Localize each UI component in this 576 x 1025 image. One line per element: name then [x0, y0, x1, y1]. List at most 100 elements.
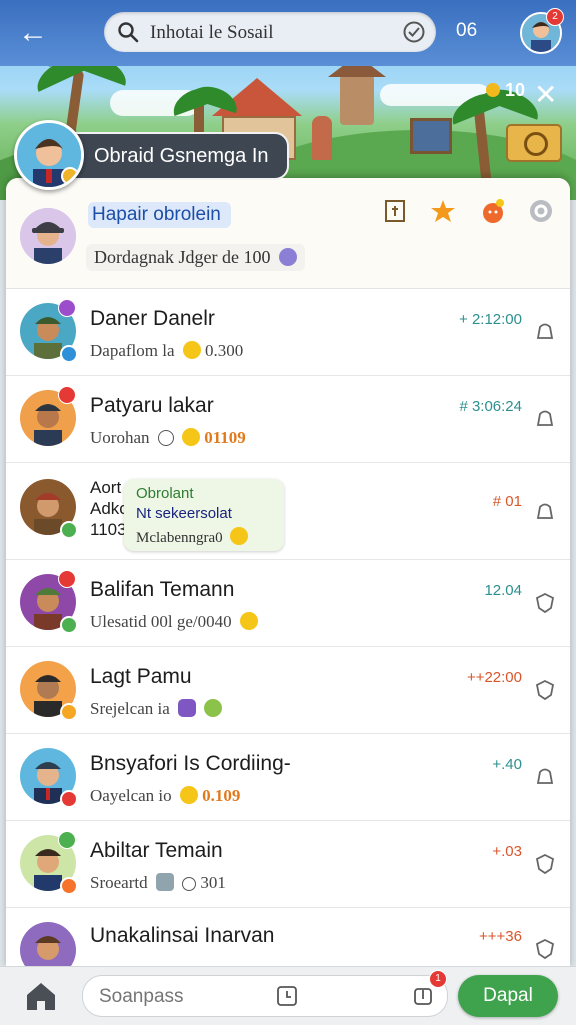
emoji-icon	[155, 873, 174, 891]
status-icon	[60, 877, 78, 895]
timestamp: # 01	[492, 493, 522, 510]
avatar-badge	[58, 386, 76, 404]
search-bar[interactable]	[104, 12, 436, 52]
settings-icon[interactable]	[528, 198, 554, 224]
send-button[interactable]: Dapal	[458, 975, 558, 1017]
status-icon	[60, 521, 78, 539]
bookmark-icon[interactable]	[382, 198, 408, 224]
emoji-icon	[182, 341, 201, 359]
message-preview: Ulesatid 00l ge/0040	[90, 612, 258, 632]
notification-count: 06	[456, 20, 478, 41]
contact-name: Balifan Temann	[90, 578, 235, 601]
notification-badge: 1	[429, 970, 447, 988]
avatar	[20, 208, 76, 264]
contact-name: Daner Danelr	[90, 307, 215, 330]
bell-icon[interactable]	[534, 408, 556, 430]
home-icon[interactable]	[22, 977, 60, 1015]
message-tail: 301	[200, 873, 226, 892]
close-icon[interactable]: ✕	[534, 78, 557, 111]
avatar-badge: 2	[546, 8, 564, 26]
bell-icon[interactable]	[534, 766, 556, 788]
clock-icon[interactable]	[402, 20, 426, 44]
bubble-line: Nt sekeersolat	[136, 505, 232, 522]
search-input[interactable]	[148, 18, 392, 48]
profile-avatar[interactable]	[14, 120, 84, 190]
status-icon	[60, 616, 78, 634]
avatar-badge	[58, 831, 76, 849]
status-icon	[60, 790, 78, 808]
message-preview: Srejelcan ia	[90, 699, 223, 719]
message-bubble[interactable]: Obrolant Nt sekeersolat Mclabenngra0	[124, 479, 284, 551]
bell-icon[interactable]	[534, 501, 556, 523]
clock-icon	[157, 430, 174, 446]
shield-icon[interactable]	[534, 679, 556, 701]
chat-row[interactable]: Patyaru lakar Uorohan 01109 # 3:06:24	[6, 376, 570, 463]
chat-panel: Hapair obrolein Dordagnak Jdger de 100 D…	[6, 178, 570, 968]
timestamp: +.03	[492, 843, 522, 860]
bubble-line: Obrolant	[136, 485, 194, 502]
name-line: 1103	[90, 520, 127, 539]
chat-row[interactable]: Bnsyafori Is Cordiing- Oayelcan io 0.109…	[6, 734, 570, 821]
pinned-subtitle-text: Dordagnak Jdger de 100	[94, 247, 271, 267]
chat-row[interactable]: Abiltar Temain Sroeartd 301 +.03	[6, 821, 570, 908]
message-text: Dapaflom la	[90, 341, 175, 360]
message-text: Sroeartd	[90, 873, 148, 892]
contact-name: Lagt Pamu	[90, 665, 192, 688]
status-icon	[60, 703, 78, 721]
shield-icon[interactable]	[534, 592, 556, 614]
board-sign-icon[interactable]	[506, 124, 562, 162]
name-line: Adko	[90, 499, 129, 518]
timestamp: # 3:06:24	[459, 398, 522, 415]
profile-name: Obraid Gsnemga In	[68, 132, 289, 180]
message-field[interactable]: 1	[82, 970, 448, 1017]
message-text: Oayelcan io	[90, 786, 172, 805]
message-tail: 01109	[204, 428, 246, 447]
emoji-icon	[278, 248, 297, 266]
top-bar: ← 06 2	[0, 0, 576, 66]
tomato-icon[interactable]	[480, 198, 506, 224]
chat-row[interactable]: Daner Danelr Dapaflom la 0.300 + 2:12:00	[6, 289, 570, 376]
chat-row[interactable]: Aort Adko 1103 Obrolant Nt sekeersolat M…	[6, 463, 570, 560]
bubble-line: Mclabenngra0	[136, 527, 249, 547]
search-icon	[118, 22, 139, 43]
emoji-icon	[179, 786, 198, 804]
back-arrow-icon[interactable]: ←	[14, 14, 52, 52]
clock-icon	[182, 877, 197, 891]
bubble-text: Mclabenngra0	[136, 530, 223, 546]
chat-row[interactable]: Lagt Pamu Srejelcan ia ++22:00	[6, 647, 570, 734]
message-text: Uorohan	[90, 428, 150, 447]
emoji-icon	[239, 612, 258, 630]
notice-board-decoration	[410, 118, 452, 154]
timer-icon[interactable]	[275, 984, 299, 1008]
message-preview: Sroeartd 301	[90, 873, 226, 893]
message-tail: 0.109	[202, 786, 241, 805]
shield-icon[interactable]	[534, 938, 556, 960]
message-tail: 0.300	[205, 341, 244, 360]
chat-row[interactable]: Balifan Temann Ulesatid 00l ge/0040 12.0…	[6, 560, 570, 647]
emoji-icon	[178, 699, 197, 717]
bottom-bar: 1 Dapal	[0, 966, 576, 1025]
emoji-icon	[181, 428, 200, 446]
coin-counter: 10	[486, 80, 525, 101]
timestamp: +++36	[479, 928, 522, 945]
message-text: Ulesatid	[90, 612, 147, 631]
pinned-subtitle: Dordagnak Jdger de 100	[86, 244, 305, 271]
share-icon[interactable]	[411, 984, 435, 1008]
status-icon	[61, 167, 79, 185]
star-icon[interactable]	[430, 198, 456, 224]
avatar	[20, 922, 76, 968]
message-input[interactable]	[97, 982, 271, 1012]
pinned-chat[interactable]: Hapair obrolein Dordagnak Jdger de 100	[6, 178, 570, 289]
bell-icon[interactable]	[534, 321, 556, 343]
message-text: Srejelcan ia	[90, 699, 170, 718]
contact-name: Unakalinsai Inarvan	[90, 924, 275, 947]
pinned-title: Hapair obrolein	[88, 202, 231, 228]
status-icon	[60, 345, 78, 363]
message-preview: Dapaflom la 0.300	[90, 341, 243, 361]
coin-icon	[486, 83, 500, 97]
message-preview: Oayelcan io 0.109	[90, 786, 240, 806]
chat-row[interactable]: Unakalinsai Inarvan +++36	[6, 908, 570, 968]
avatar-badge	[58, 570, 76, 588]
shield-icon[interactable]	[534, 853, 556, 875]
message-tail: 00l ge/0040	[150, 612, 232, 631]
